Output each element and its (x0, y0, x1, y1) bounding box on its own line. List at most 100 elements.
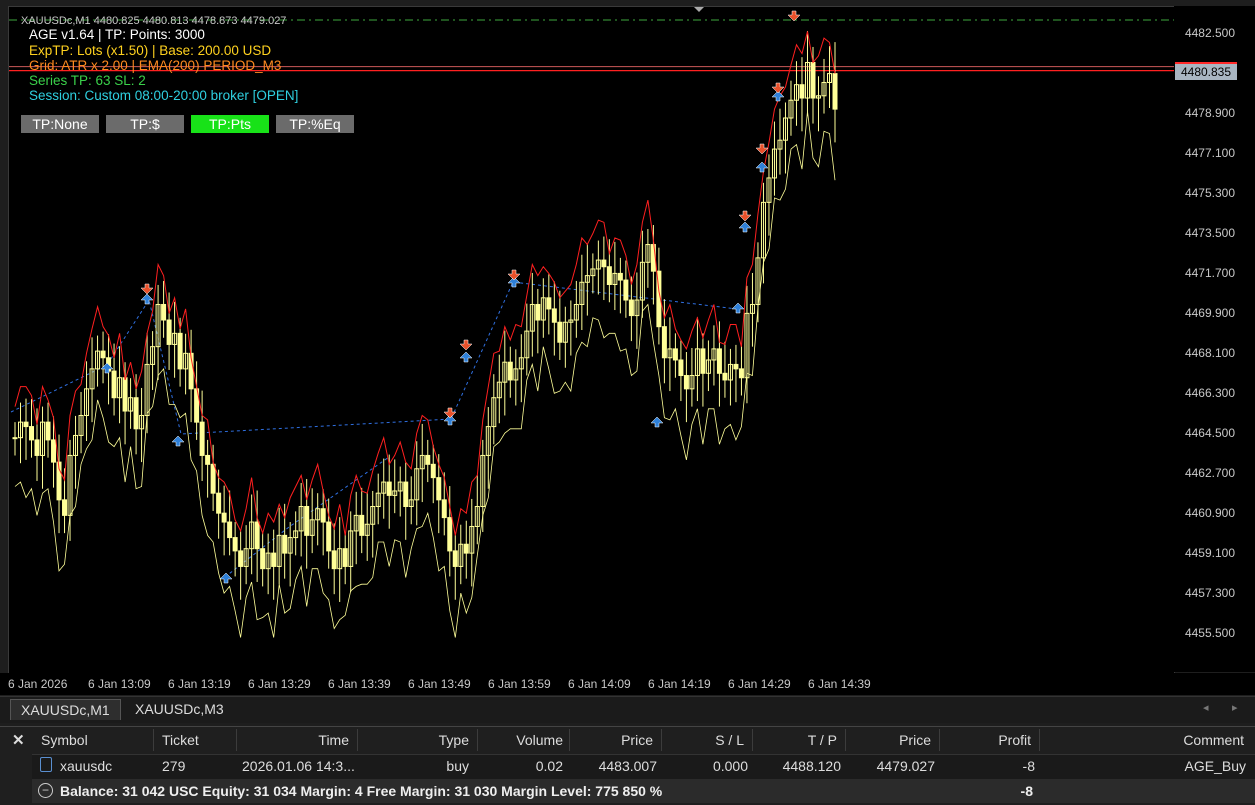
price-tick: 4468.100 (1184, 346, 1235, 360)
time-axis[interactable]: 6 Jan 2026 6 Jan 13:09 6 Jan 13:19 6 Jan 13… (0, 673, 1255, 695)
header-take-profit[interactable]: T / P (808, 732, 837, 748)
price-chart (9, 7, 1174, 638)
candle-body (34, 439, 40, 456)
candle-body (304, 506, 310, 536)
low-envelope-line (14, 111, 836, 638)
tp-dollar-button[interactable]: TP:$ (106, 115, 184, 133)
buy-arrow-icon (738, 221, 752, 233)
candle-body (463, 543, 469, 554)
price-tick: 4478.900 (1184, 106, 1235, 120)
price-tick: 4466.300 (1184, 386, 1235, 400)
candle-body (62, 499, 68, 516)
header-comment[interactable]: Comment (1183, 732, 1244, 748)
tp-points-button[interactable]: TP:Pts (191, 115, 269, 133)
scroll-right-icon[interactable]: ▸ (1232, 701, 1238, 714)
scroll-left-icon[interactable]: ◂ (1203, 701, 1209, 714)
candle-body (441, 499, 447, 519)
price-scale[interactable]: 4482.5004480.7004478.9004477.1004475.300… (1174, 6, 1255, 672)
cell-volume: 0.02 (535, 758, 563, 774)
buy-arrow-icon (171, 435, 185, 447)
header-type[interactable]: Type (439, 732, 469, 748)
price-tick: 4459.100 (1184, 546, 1235, 560)
candle-body (342, 548, 348, 567)
candle-body (447, 517, 453, 552)
price-tick: 4457.300 (1184, 586, 1235, 600)
candle-body (722, 372, 728, 381)
balance-bar: − Balance: 31 042 USC Equity: 31 034 Mar… (32, 779, 1255, 803)
sell-arrow-icon (443, 407, 457, 419)
cell-symbol: xauusdc (60, 758, 113, 774)
session-line: Session: Custom 08:00-20:00 broker [OPEN… (29, 88, 299, 103)
candle-body (799, 84, 805, 99)
cell-open-price: 4483.007 (598, 758, 657, 774)
candle-body (210, 463, 216, 494)
candle-body (23, 421, 29, 428)
price-tick: 4462.700 (1184, 466, 1235, 480)
chart-area[interactable]: XAUUSDc,M1 4480.825 4480.813 4478.873 44… (8, 6, 1175, 674)
candle-body (507, 361, 513, 381)
candle-body (557, 321, 563, 343)
high-envelope-line (14, 31, 836, 536)
header-stop-loss[interactable]: S / L (715, 732, 744, 748)
tab-xauusdc-m1[interactable]: XAUUSDc,M1 (10, 699, 121, 720)
cell-stop-loss[interactable]: 0.000 (713, 758, 748, 774)
candle-body (535, 303, 541, 321)
price-tick: 4482.500 (1184, 26, 1235, 40)
cell-current-price: 4479.027 (876, 758, 935, 774)
price-tick: 4469.900 (1184, 306, 1235, 320)
candle-body (683, 375, 689, 390)
candle-body (45, 421, 51, 441)
candle-body (238, 550, 244, 567)
candle-body (177, 332, 183, 370)
candle-body (661, 326, 667, 359)
header-volume[interactable]: Volume (516, 732, 563, 748)
candle-body (436, 477, 442, 501)
chart-shift-marker-icon (694, 7, 704, 12)
candle-body (628, 299, 634, 317)
balance-profit: -8 (1020, 783, 1033, 799)
buy-arrow-icon (755, 161, 769, 173)
header-profit[interactable]: Profit (998, 732, 1031, 748)
cell-type: buy (446, 758, 469, 774)
tab-xauusdc-m3[interactable]: XAUUSDc,M3 (125, 699, 234, 719)
price-tick: 4475.300 (1184, 186, 1235, 200)
candle-body (227, 521, 233, 539)
tp-none-button[interactable]: TP:None (21, 115, 99, 133)
header-time[interactable]: Time (318, 732, 349, 748)
candle-body (205, 454, 211, 465)
collapse-icon[interactable]: − (38, 783, 53, 798)
header-current-price[interactable]: Price (899, 732, 931, 748)
buy-arrow-icon (650, 416, 664, 428)
tp-percent-equity-button[interactable]: TP:%Eq (276, 115, 354, 133)
sell-arrow-icon (755, 143, 769, 155)
sell-arrow-icon (507, 269, 521, 281)
price-tick: 4477.100 (1184, 146, 1235, 160)
candle-body (166, 319, 172, 345)
sell-arrow-icon (140, 283, 154, 295)
cell-take-profit[interactable]: 4488.120 (783, 758, 841, 774)
candle-body (221, 512, 227, 523)
candle-body (546, 297, 552, 310)
header-price[interactable]: Price (621, 732, 653, 748)
time-tick: 6 Jan 14:19 (648, 677, 711, 691)
current-price-label: 4480.835 (1175, 62, 1237, 80)
header-symbol[interactable]: Symbol (41, 732, 88, 748)
candle-body (700, 348, 706, 374)
candle-body (733, 363, 739, 370)
time-tick: 6 Jan 13:49 (408, 677, 471, 691)
candle-body (320, 508, 326, 523)
candle-body (51, 439, 57, 463)
candle-body (716, 348, 722, 374)
buy-arrow-icon (140, 293, 154, 305)
exp-tp-line: ExpTP: Lots (x1.50) | Base: 200.00 USD (29, 43, 272, 58)
candle-body (738, 368, 744, 379)
candle-body (617, 272, 623, 281)
candle-body (216, 492, 222, 514)
candle-body (282, 534, 288, 554)
candle-body (551, 308, 557, 323)
header-ticket[interactable]: Ticket (162, 732, 199, 748)
close-icon[interactable]: ✕ (12, 731, 25, 749)
cell-ticket: 279 (162, 758, 186, 774)
sell-arrow-icon (738, 210, 752, 222)
price-tick: 4455.500 (1184, 626, 1235, 640)
